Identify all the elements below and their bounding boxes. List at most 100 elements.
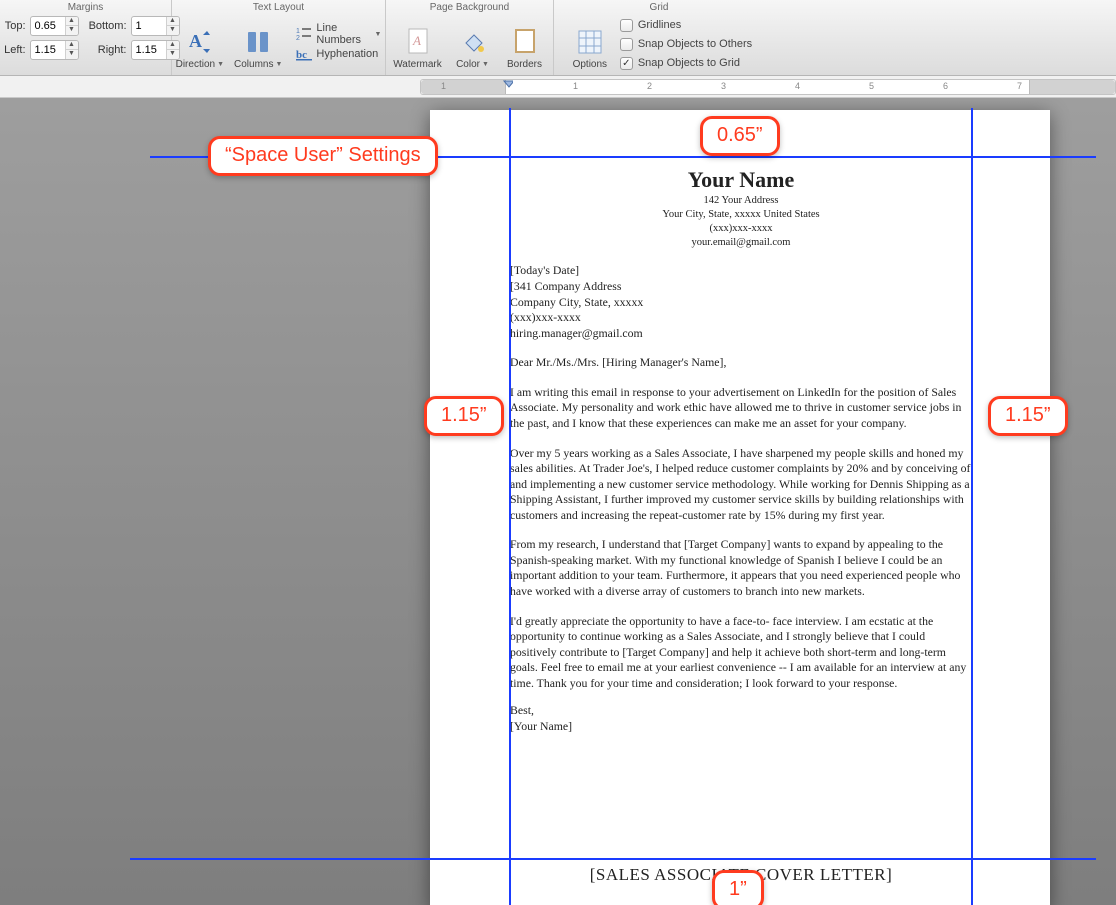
watermark-icon: A xyxy=(403,27,433,57)
borders-icon xyxy=(510,27,540,57)
annotation-right-margin: 1.15” xyxy=(988,396,1068,436)
hyphenation-button[interactable]: bc Hyphenation xyxy=(294,45,383,63)
columns-icon xyxy=(243,27,273,57)
margin-left-input[interactable] xyxy=(31,42,65,58)
columns-button[interactable]: Columns▼ xyxy=(232,16,284,72)
horizontal-ruler[interactable]: 1 1 2 3 4 5 6 7 xyxy=(420,79,1116,95)
hyphenation-icon: bc xyxy=(296,46,312,62)
group-grid: Grid Options Gridlines Snap Objects to O… xyxy=(554,0,764,75)
hyphenation-label: Hyphenation xyxy=(316,48,378,60)
group-title-page-bg: Page Background xyxy=(386,2,553,13)
ruler-tick: 5 xyxy=(869,81,874,91)
svg-text:2: 2 xyxy=(296,35,300,42)
chevron-down-icon: ▼ xyxy=(217,61,224,68)
checkbox-icon[interactable]: ✓ xyxy=(620,57,633,70)
meta-date: [Today's Date] xyxy=(510,263,972,279)
header-name: Your Name xyxy=(510,165,972,194)
margin-right-input[interactable] xyxy=(132,42,166,58)
spin-down-icon[interactable]: ▼ xyxy=(66,26,78,35)
page[interactable]: Your Name 142 Your Address Your City, St… xyxy=(430,110,1050,905)
page-color-button[interactable]: Color▼ xyxy=(451,16,495,72)
annotation-bottom-margin: 1” xyxy=(712,870,764,905)
direction-label: Direction xyxy=(176,59,215,70)
indent-marker-icon[interactable] xyxy=(503,78,513,88)
ribbon: Margins Top: ▲▼ Bottom: ▲▼ Left: xyxy=(0,0,1116,76)
line-numbers-label: Line Numbers xyxy=(316,22,370,46)
closing: Best, xyxy=(510,703,972,719)
line-numbers-icon: 12 xyxy=(296,26,312,42)
paragraph-2: Over my 5 years working as a Sales Assoc… xyxy=(510,446,972,524)
color-label: Color xyxy=(456,59,480,70)
ruler-margin-left xyxy=(421,80,506,94)
group-text-layout: Text Layout A Direction▼ Columns▼ 12 xyxy=(172,0,386,75)
label-right: Right: xyxy=(83,44,127,56)
meta-company-phone: (xxx)xxx-xxxx xyxy=(510,310,972,326)
snap-others-label: Snap Objects to Others xyxy=(638,38,752,50)
margin-bottom-input[interactable] xyxy=(132,18,166,34)
spin-up-icon[interactable]: ▲ xyxy=(66,17,78,26)
watermark-label: Watermark xyxy=(393,59,442,70)
watermark-button[interactable]: A Watermark xyxy=(391,16,445,72)
ruler-tick: 4 xyxy=(795,81,800,91)
borders-label: Borders xyxy=(507,59,542,70)
letter-header: Your Name 142 Your Address Your City, St… xyxy=(510,165,972,249)
svg-text:A: A xyxy=(412,33,421,48)
columns-label: Columns xyxy=(234,59,273,70)
snap-grid-checkbox-row[interactable]: ✓ Snap Objects to Grid xyxy=(620,55,752,72)
salutation: Dear Mr./Ms./Mrs. [Hiring Manager's Name… xyxy=(510,355,972,371)
header-phone: (xxx)xxx-xxxx xyxy=(510,222,972,236)
direction-icon: A xyxy=(185,27,215,57)
svg-text:A: A xyxy=(189,31,202,51)
chevron-down-icon: ▼ xyxy=(482,61,489,68)
meta-company-addr: [341 Company Address xyxy=(510,279,972,295)
label-left: Left: xyxy=(0,44,26,56)
ruler-tick: 3 xyxy=(721,81,726,91)
group-title-text-layout: Text Layout xyxy=(172,2,385,13)
checkbox-icon[interactable] xyxy=(620,38,633,51)
svg-text:1: 1 xyxy=(296,28,300,35)
ruler-tick: 7 xyxy=(1017,81,1022,91)
header-email: your.email@gmail.com xyxy=(510,236,972,250)
spin-up-icon[interactable]: ▲ xyxy=(66,41,78,50)
guide-left xyxy=(509,108,511,905)
meta-hiring-email: hiring.manager@gmail.com xyxy=(510,326,972,342)
ruler-tick: 1 xyxy=(573,81,578,91)
label-top: Top: xyxy=(0,20,26,32)
group-page-background: Page Background A Watermark Color▼ Borde… xyxy=(386,0,554,75)
annotation-top-margin: 0.65” xyxy=(700,116,780,156)
grid-options-button[interactable]: Options xyxy=(566,16,614,72)
document-content[interactable]: Your Name 142 Your Address Your City, St… xyxy=(510,165,972,850)
group-title-grid: Grid xyxy=(554,2,764,13)
guide-bottom xyxy=(130,858,1096,860)
document-canvas[interactable]: Your Name 142 Your Address Your City, St… xyxy=(0,98,1116,905)
ruler-tick: 1 xyxy=(441,81,446,91)
gridlines-checkbox-row[interactable]: Gridlines xyxy=(620,17,752,34)
snap-others-checkbox-row[interactable]: Snap Objects to Others xyxy=(620,36,752,53)
header-address1: 142 Your Address xyxy=(510,194,972,208)
paint-bucket-icon xyxy=(458,27,488,57)
guide-right xyxy=(971,108,973,905)
ruler-tick: 2 xyxy=(647,81,652,91)
chevron-down-icon: ▼ xyxy=(275,61,282,68)
meta-company-city: Company City, State, xxxxx xyxy=(510,295,972,311)
signature: [Your Name] xyxy=(510,719,972,735)
direction-button[interactable]: A Direction▼ xyxy=(174,16,226,72)
ruler-area: 1 1 2 3 4 5 6 7 xyxy=(0,76,1116,98)
checkbox-icon[interactable] xyxy=(620,19,633,32)
margin-top-spinner[interactable]: ▲▼ xyxy=(30,16,79,36)
annotation-space-user: “Space User” Settings xyxy=(208,136,438,176)
line-numbers-button[interactable]: 12 Line Numbers ▼ xyxy=(294,25,383,43)
ruler-tick: 6 xyxy=(943,81,948,91)
ruler-margin-right xyxy=(1029,80,1115,94)
borders-button[interactable]: Borders xyxy=(501,16,549,72)
spin-down-icon[interactable]: ▼ xyxy=(66,50,78,59)
margin-left-spinner[interactable]: ▲▼ xyxy=(30,40,79,60)
paragraph-4: I'd greatly appreciate the opportunity t… xyxy=(510,614,972,692)
chevron-down-icon: ▼ xyxy=(374,31,381,38)
grid-icon xyxy=(575,27,605,57)
margin-top-input[interactable] xyxy=(31,18,65,34)
options-label: Options xyxy=(573,59,607,70)
paragraph-1: I am writing this email in response to y… xyxy=(510,385,972,432)
snap-grid-label: Snap Objects to Grid xyxy=(638,57,740,69)
group-margins: Margins Top: ▲▼ Bottom: ▲▼ Left: xyxy=(0,0,172,75)
